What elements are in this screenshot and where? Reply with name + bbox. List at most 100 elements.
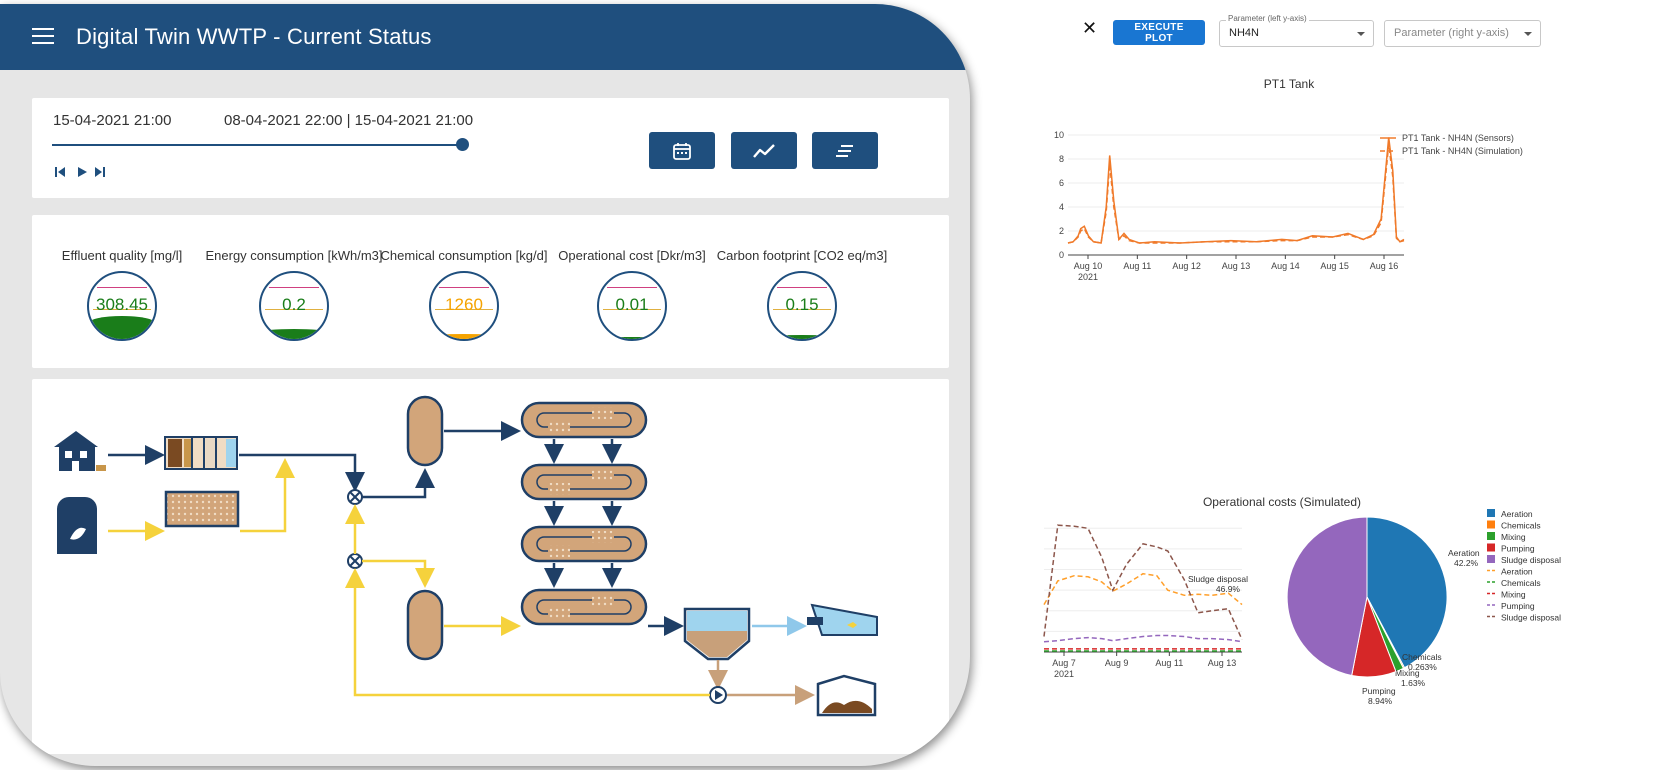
legend-label: Sludge disposal [1501,613,1561,623]
mixer-node [347,553,363,569]
series-line [1043,634,1243,643]
process-diagram-card [32,379,949,754]
bioreactor-media [548,608,570,620]
legend-label: Aeration [1501,567,1533,577]
kpi-item: Energy consumption [kWh/m3] 0.2 [204,225,384,341]
x-tick-label: Aug 7 [1052,658,1076,668]
x-tick-label: Aug 11 [1123,261,1151,271]
kpi-label: Operational cost [Dkr/m3] [558,248,706,263]
y-tick-label: 10 [1054,130,1064,140]
bioreactor-media [592,407,614,419]
trend-chart-button[interactable] [731,132,797,169]
kpi-gauge: 1260 [429,271,499,341]
x-tick-label: Aug 9 [1105,658,1129,668]
bioreactor-tank [520,463,648,501]
pie-slice-label: Mixing [1395,668,1420,678]
line-chart: 0 2 4 6 8 10 Aug 102021 Aug 11 Aug 12 Aug 13 Aug 1… [1054,130,1523,282]
kpi-gauge: 0.01 [597,271,667,341]
timeline-card: 15-04-2021 21:00 08-04-2021 22:00 | 15-0… [32,98,949,198]
pie-slice [1286,516,1368,677]
chart-title: Operational costs (Simulated) [1203,495,1361,509]
kpi-card: Effluent quality [mg/l] 308.45 Energy cons… [32,215,949,368]
chevron-down-icon [1357,32,1365,36]
legend-label: Mixing [1501,590,1526,600]
y-tick-label: 2 [1059,226,1064,236]
pie-slice-value: 42.2% [1454,558,1479,568]
app-header: Digital Twin WWTP - Current Status [0,4,970,70]
pie-slice-value: 46.9% [1216,584,1241,594]
timeline-slider[interactable] [52,144,462,146]
sand-filter [164,490,240,528]
page-title: Digital Twin WWTP - Current Status [76,24,432,49]
kpi-item: Carbon footprint [CO2 eq/m3] 0.15 [712,225,892,341]
sludge-storage-icon [816,674,877,717]
kpi-gauge-fill [89,315,155,339]
x-tick-label: Aug 10 [1074,261,1103,271]
kpi-value: 1260 [445,295,483,314]
skip-forward-icon[interactable] [94,166,106,181]
bioreactor-tank [520,525,648,563]
left-axis-parameter-select[interactable]: Parameter (left y-axis) NH4N [1219,14,1374,47]
bioreactor-media [548,483,570,495]
kpi-value: 308.45 [96,295,148,314]
calendar-button[interactable] [649,132,715,169]
pie-slice-label: Sludge disposal [1188,574,1248,584]
execute-plot-button[interactable]: EXECUTE PLOT [1113,20,1205,45]
play-icon[interactable] [76,166,88,181]
pie-slice-label: Chemicals [1402,652,1442,662]
river-outlet-icon [807,603,878,636]
kpi-upper-limit [777,287,827,288]
pie-slice-value: 8.94% [1368,696,1393,706]
kpi-item: Chemical consumption [kg/d] 1260 [374,225,554,341]
line-chart: 024681012Aug 72021Aug 9Aug 11Aug 13DKK/d [1043,524,1243,679]
legend-swatch [1487,532,1495,540]
x-tick-label: 2021 [1078,272,1098,282]
kpi-gauge-fill [431,333,497,339]
chart-title: PT1 Tank [1264,77,1315,91]
kpi-gauge: 308.45 [87,271,157,341]
bioreactor-media [592,531,614,543]
x-tick-label: Aug 12 [1172,261,1201,271]
select-placeholder: Parameter (right y-axis) [1394,27,1509,39]
timeline-slider-thumb[interactable] [456,138,469,151]
pump-icon [709,686,727,704]
y-tick-label: 6 [1059,178,1064,188]
trend-chart-icon [753,143,775,158]
bioreactor-body [520,588,648,626]
y-tick-label: 8 [1059,154,1064,164]
skip-back-icon[interactable] [54,166,66,181]
list-button[interactable] [812,132,878,169]
right-axis-parameter-select[interactable]: Parameter (right y-axis) [1384,20,1541,47]
bioreactor-body [520,463,648,501]
legend-swatch [1487,555,1495,563]
menu-icon[interactable] [32,28,54,44]
bioreactor-tank [520,401,648,439]
house-icon [54,431,106,471]
legend-label: Chemicals [1501,521,1541,531]
pie-slice-label: Pumping [1362,686,1396,696]
kpi-upper-limit [97,287,147,288]
app-window: Digital Twin WWTP - Current Status 15-04… [0,4,970,766]
bioreactor-tank [520,588,648,626]
bioreactor-media [548,421,570,433]
kpi-value: 0.01 [615,295,649,314]
close-icon[interactable]: ✕ [1082,18,1097,39]
mixer-node [347,489,363,505]
kpi-gauge-fill [769,335,835,339]
process-flow-diagram [54,395,878,717]
y-tick-label: 0 [1059,250,1064,260]
legend-label: Aeration [1501,509,1533,519]
legend-swatch [1487,509,1495,517]
pie-slice-label: Aeration [1448,548,1480,558]
kpi-gauge: 0.2 [259,271,329,341]
bioreactor-media [592,469,614,481]
y-tick-label: 4 [1059,202,1064,212]
kpi-label: Chemical consumption [kg/d] [380,248,548,263]
pie-chart: Aeration42.2%Chemicals0.263%Mixing1.63%P… [1188,509,1561,706]
select-legend: Parameter (left y-axis) [1226,14,1309,23]
legend-label: Pumping [1501,544,1535,554]
x-tick-label: Aug 13 [1222,261,1251,271]
kpi-upper-limit [607,287,657,288]
kpi-gauge-fill [599,337,665,339]
primary-tank [406,589,444,661]
